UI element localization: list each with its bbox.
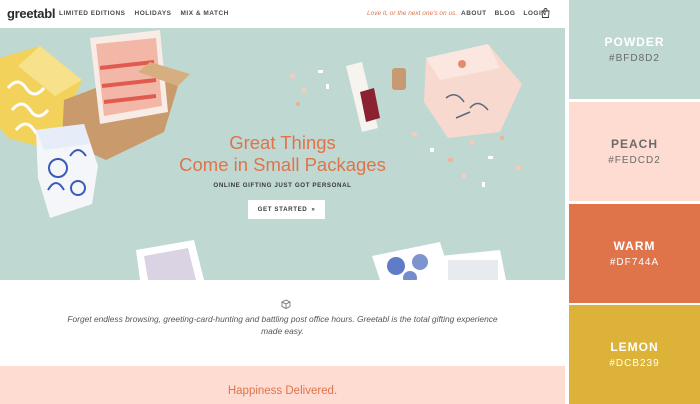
swatch-hex: #FEDCD2: [608, 155, 661, 166]
top-navigation: greetabl LIMITED EDITIONS HOLIDAYS MIX &…: [0, 0, 565, 28]
swatch-name: LEMON: [610, 340, 659, 354]
primary-nav: LIMITED EDITIONS HOLIDAYS MIX & MATCH: [59, 10, 229, 17]
website-screenshot: greetabl LIMITED EDITIONS HOLIDAYS MIX &…: [0, 0, 565, 404]
swatch-name: POWDER: [604, 35, 665, 49]
nav-link-blog[interactable]: BLOG: [495, 10, 516, 17]
intro-section: Forget endless browsing, greeting-card-h…: [0, 280, 565, 366]
shopping-bag-icon[interactable]: [541, 8, 550, 18]
swatch-hex: #DF744A: [609, 257, 660, 268]
color-palette: POWDER #BFD8D2 PEACH #FEDCD2 WARM #DF744…: [569, 0, 700, 404]
happiness-section: Happiness Delivered.: [0, 366, 565, 404]
polaroid-photo: [136, 240, 204, 280]
swatch-name: PEACH: [610, 137, 658, 151]
nav-link-mix-match[interactable]: MIX & MATCH: [181, 10, 229, 17]
swatch-peach: PEACH #FEDCD2: [569, 102, 700, 201]
hero-subtitle: ONLINE GIFTING JUST GOT PERSONAL: [213, 182, 352, 189]
swatch-warm: WARM #DF744A: [569, 204, 700, 303]
swatch-hex: #BFD8D2: [609, 53, 660, 64]
get-started-label: GET STARTED: [257, 206, 308, 213]
pink-gift-box: [424, 44, 522, 138]
swatch-powder: POWDER #BFD8D2: [569, 0, 700, 99]
swatch-hex: #DCB239: [609, 358, 660, 369]
nav-link-holidays[interactable]: HOLIDAYS: [135, 10, 172, 17]
nav-tagline[interactable]: Love it, or the next one's on us.: [367, 10, 457, 17]
nav-link-about[interactable]: ABOUT: [461, 10, 487, 17]
gift-box-icon: [281, 299, 291, 309]
hero-banner: Great Things Come in Small Packages ONLI…: [0, 28, 565, 280]
lip-balm-tube: [346, 62, 406, 132]
double-chevron-right-icon: »: [311, 206, 316, 213]
intro-text: Forget endless browsing, greeting-card-h…: [67, 314, 498, 336]
secondary-nav: ABOUT BLOG LOGIN: [461, 10, 546, 17]
nav-link-limited-editions[interactable]: LIMITED EDITIONS: [59, 10, 126, 17]
watercolor-cards: [372, 242, 506, 280]
swatch-lemon: LEMON #DCB239: [569, 305, 700, 404]
logo[interactable]: greetabl: [7, 6, 55, 21]
section-heading: Happiness Delivered.: [227, 385, 338, 397]
hero-title-line-1: Great Things: [229, 132, 336, 153]
get-started-button[interactable]: GET STARTED »: [248, 200, 325, 219]
swatch-name: WARM: [613, 239, 656, 253]
hero-title-line-2: Come in Small Packages: [179, 154, 386, 175]
